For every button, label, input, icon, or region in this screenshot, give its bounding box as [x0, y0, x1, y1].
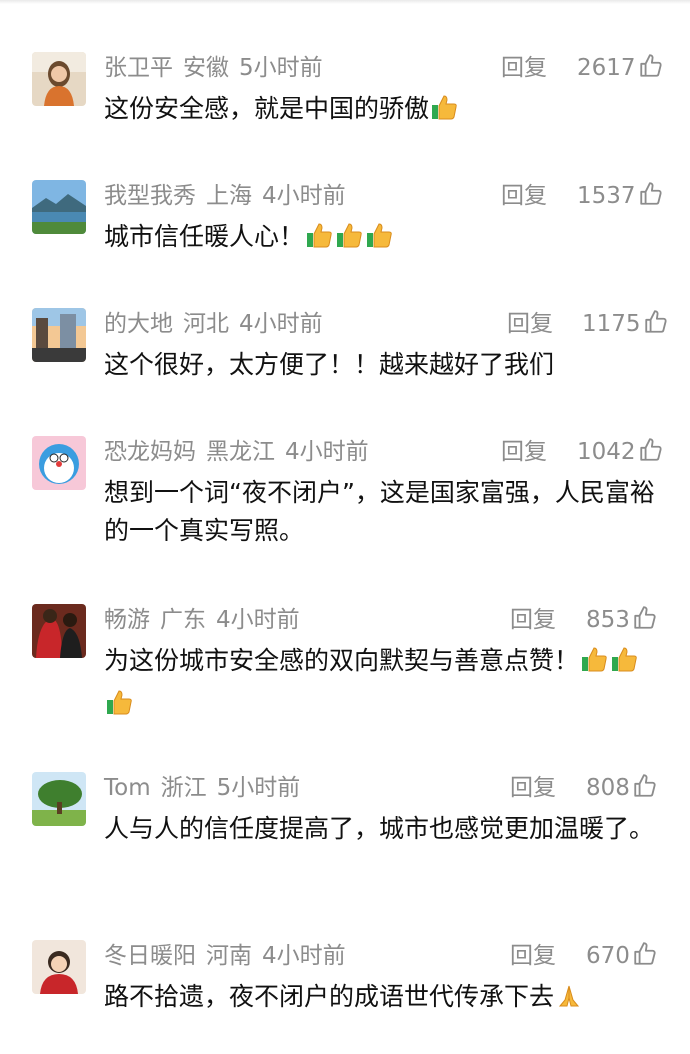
thumbs-up-emoji-icon — [304, 220, 334, 261]
avatar[interactable] — [32, 436, 86, 490]
like-count: 1042 — [577, 439, 636, 465]
comment-text: 路不拾遗，夜不闭户的成语世代传承下去 — [104, 978, 664, 1021]
reply-button[interactable]: 回复 — [501, 180, 547, 212]
comment-meta: 冬日暖阳 河南 4小时前 — [104, 940, 356, 972]
like-button[interactable]: 2617 — [577, 52, 664, 84]
reply-button[interactable]: 回复 — [501, 436, 547, 468]
avatar[interactable] — [32, 604, 86, 658]
like-button[interactable]: 808 — [586, 772, 658, 804]
comment-meta: 畅游 广东 4小时前 — [104, 604, 310, 636]
timestamp: 4小时前 — [262, 943, 346, 969]
reply-button[interactable]: 回复 — [510, 772, 556, 804]
username[interactable]: Tom — [104, 775, 151, 801]
like-button[interactable]: 1537 — [577, 180, 664, 212]
comment-body: 为这份城市安全感的双向默契与善意点赞！ — [104, 646, 580, 675]
timestamp: 5小时前 — [239, 55, 323, 81]
timestamp: 4小时前 — [239, 311, 323, 337]
comment-meta: Tom 浙江 5小时前 — [104, 772, 310, 804]
like-count: 670 — [586, 943, 630, 969]
comment-body: 城市信任暖人心！ — [104, 222, 305, 251]
comment-body: 路不拾遗，夜不闭户的成语世代传承下去 — [104, 982, 555, 1011]
thumbs-up-outline-icon — [638, 181, 664, 216]
reply-button[interactable]: 回复 — [510, 940, 556, 972]
avatar[interactable] — [32, 308, 86, 362]
comment-text: 这个很好，太方便了！！越来越好了我们 — [104, 346, 664, 384]
avatar[interactable] — [32, 180, 86, 234]
like-count: 808 — [586, 775, 630, 801]
comment-text: 城市信任暖人心！ — [104, 218, 664, 261]
reply-button[interactable]: 回复 — [507, 308, 553, 340]
username[interactable]: 的大地 — [104, 311, 173, 337]
like-count: 1175 — [582, 311, 641, 337]
avatar[interactable] — [32, 52, 86, 106]
location: 浙江 — [160, 775, 207, 801]
like-button[interactable]: 670 — [586, 940, 658, 972]
like-button[interactable]: 853 — [586, 604, 658, 636]
location: 广东 — [160, 607, 206, 633]
username[interactable]: 恐龙妈妈 — [104, 439, 196, 465]
comment-meta: 我型我秀 上海 4小时前 — [104, 180, 356, 212]
thumbs-up-emoji-icon — [364, 220, 394, 261]
comment-body: 想到一个词“夜不闭户”，这是国家富强，人民富裕的一个真实写照。 — [104, 478, 655, 545]
like-count: 2617 — [577, 55, 636, 81]
comment-meta: 张卫平 安徽 5小时前 — [104, 52, 333, 84]
username[interactable]: 畅游 — [104, 607, 150, 633]
comment-body: 这份安全感，就是中国的骄傲 — [104, 94, 430, 123]
thumbs-up-outline-icon — [638, 53, 664, 88]
like-count: 1537 — [577, 183, 636, 209]
folded-hands-emoji-icon — [554, 980, 584, 1021]
location: 河北 — [183, 311, 229, 337]
comment-meta: 的大地 河北 4小时前 — [104, 308, 333, 340]
username[interactable]: 张卫平 — [104, 55, 173, 81]
reply-button[interactable]: 回复 — [501, 52, 547, 84]
username[interactable]: 冬日暖阳 — [104, 943, 196, 969]
comment-text: 想到一个词“夜不闭户”，这是国家富强，人民富裕的一个真实写照。 — [104, 474, 664, 550]
location: 安徽 — [183, 55, 229, 81]
timestamp: 4小时前 — [262, 183, 346, 209]
thumbs-up-outline-icon — [643, 309, 669, 344]
location: 河南 — [206, 943, 252, 969]
thumbs-up-emoji-icon — [334, 220, 364, 261]
top-divider — [0, 0, 690, 4]
thumbs-up-outline-icon — [632, 605, 658, 640]
thumbs-up-emoji-icon — [104, 687, 134, 728]
timestamp: 5小时前 — [216, 775, 301, 801]
thumbs-up-emoji-icon — [579, 644, 609, 685]
location: 上海 — [206, 183, 252, 209]
thumbs-up-emoji-icon — [429, 92, 459, 133]
reply-button[interactable]: 回复 — [510, 604, 556, 636]
like-button[interactable]: 1042 — [577, 436, 664, 468]
comment-body: 人与人的信任度提高了，城市也感觉更加温暖了。 — [104, 814, 655, 843]
timestamp: 4小时前 — [216, 607, 300, 633]
comment-body: 这个很好，太方便了！！越来越好了我们 — [104, 350, 555, 379]
thumbs-up-outline-icon — [632, 941, 658, 976]
location: 黑龙江 — [206, 439, 275, 465]
comment-text: 人与人的信任度提高了，城市也感觉更加温暖了。 — [104, 810, 664, 848]
like-count: 853 — [586, 607, 630, 633]
username[interactable]: 我型我秀 — [104, 183, 196, 209]
thumbs-up-outline-icon — [632, 773, 658, 808]
like-button[interactable]: 1175 — [582, 308, 669, 340]
comment-text: 这份安全感，就是中国的骄傲 — [104, 90, 664, 133]
thumbs-up-emoji-icon — [609, 644, 639, 685]
timestamp: 4小时前 — [285, 439, 369, 465]
avatar[interactable] — [32, 940, 86, 994]
comment-text: 为这份城市安全感的双向默契与善意点赞！ — [104, 642, 664, 728]
thumbs-up-outline-icon — [638, 437, 664, 472]
avatar[interactable] — [32, 772, 86, 826]
comment-meta: 恐龙妈妈 黑龙江 4小时前 — [104, 436, 379, 468]
